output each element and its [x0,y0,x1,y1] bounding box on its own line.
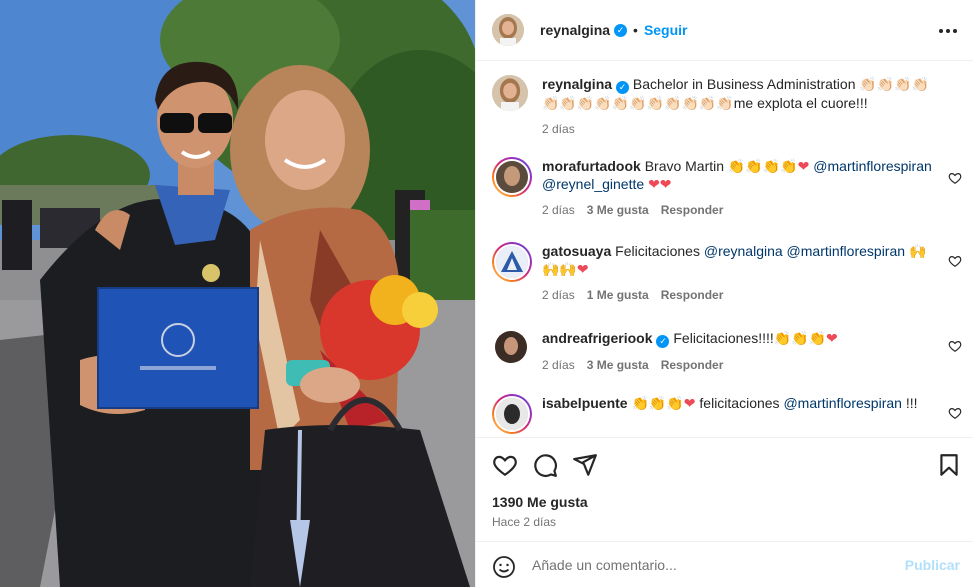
comment-text: Bravo Martin 👏👏👏👏 [644,158,798,174]
comment-avatar-image [496,161,528,193]
caption-username[interactable]: reynalgina [542,76,612,92]
comment-likes[interactable]: 1 Me gusta [587,286,649,304]
comments-list[interactable]: reynalgina ✓ Bachelor in Business Adminis… [476,61,973,436]
comment-text: Felicitaciones [615,243,700,259]
graduation-photo [0,0,475,587]
caption-time[interactable]: 2 días [542,120,575,138]
comment-avatar [494,159,530,195]
comment-text-end: !!! [905,395,918,411]
comment-username[interactable]: gatosuaya [542,243,611,259]
verified-badge-icon: ✓ [616,81,630,94]
follow-button[interactable]: Seguir [644,22,688,38]
comment-avatar-story-ring[interactable] [492,157,532,197]
paper-plane-icon[interactable] [572,452,598,478]
comment-emoji: 👏👏👏 [631,395,684,411]
red-heart-icon: ❤ [797,158,810,174]
comment-avatar-image [496,246,528,278]
post-actions: 1390 Me gusta Hace 2 días [476,437,973,541]
reply-button[interactable]: Responder [661,286,724,304]
post-time[interactable]: Hace 2 días [492,515,556,529]
comment-like-icon[interactable] [948,171,962,185]
red-heart-icon: ❤ [576,261,589,277]
comment-input[interactable] [532,554,892,576]
comment-avatar-story-ring[interactable] [492,394,532,434]
comment-item: morafurtadook Bravo Martin 👏👏👏👏❤ @martin… [492,157,952,219]
author-username[interactable]: reynalgina [540,22,610,38]
more-options-icon[interactable] [936,21,960,41]
comment-avatar-story-ring[interactable] [492,242,532,282]
comment-text: Felicitaciones!!!!👏👏👏 [673,330,827,346]
comment-like-icon[interactable] [948,406,962,420]
comment-mentions[interactable]: @reynalgina @martinflorespiran [704,243,905,259]
comment-text: felicitaciones [699,395,780,411]
comment-avatar [494,244,530,280]
bookmark-icon[interactable] [936,452,962,478]
heart-outline-icon[interactable] [492,452,518,478]
comment-bubble-icon[interactable] [532,452,558,478]
comment-mentions[interactable]: @martinflorespiran [783,395,901,411]
caption-avatar[interactable] [492,75,528,111]
likes-count[interactable]: 1390 Me gusta [492,494,588,510]
comment-username[interactable]: morafurtadook [542,158,641,174]
header-separator: • [633,22,638,38]
comment-avatar-image [496,398,528,430]
publish-button[interactable]: Publicar [905,557,960,573]
comment-likes[interactable]: 3 Me gusta [587,356,649,374]
red-heart-icon: ❤❤ [648,176,672,192]
comment-composer: Publicar [476,541,973,587]
comment-avatar-image [495,331,527,363]
comment-avatar[interactable] [495,331,527,363]
post-header: reynalgina ✓ • Seguir [476,0,973,61]
comment-item: gatosuaya Felicitaciones @reynalgina @ma… [492,242,952,304]
post-side-panel: reynalgina ✓ • Seguir reynalgina ✓ Bache… [475,0,973,587]
verified-badge-icon: ✓ [614,23,628,37]
comment-time[interactable]: 2 días [542,286,575,304]
comment-like-icon[interactable] [948,254,962,268]
comment-like-icon[interactable] [948,339,962,353]
reply-button[interactable]: Responder [661,356,724,374]
reply-button[interactable]: Responder [661,201,724,219]
red-heart-icon: ❤ [683,395,696,411]
author-avatar-image [492,14,524,46]
comment-username[interactable]: andreafrigeriook [542,330,652,346]
comment-time[interactable]: 2 días [542,201,575,219]
emoji-icon[interactable] [492,555,516,579]
comment-time[interactable]: 2 días [542,356,575,374]
verified-badge-icon: ✓ [656,335,670,348]
comment-item: andreafrigeriook ✓ Felicitaciones!!!!👏👏👏❤… [492,329,952,374]
caption-item: reynalgina ✓ Bachelor in Business Adminis… [492,75,952,138]
comment-likes[interactable]: 3 Me gusta [587,201,649,219]
comment-username[interactable]: isabelpuente [542,395,628,411]
comment-item: isabelpuente 👏👏👏❤ felicitaciones @martin… [492,394,952,435]
caption-avatar-image [492,75,528,111]
comment-avatar [494,396,530,432]
red-heart-icon: ❤ [826,330,838,346]
post-photo[interactable] [0,0,475,587]
author-avatar[interactable] [492,14,524,46]
